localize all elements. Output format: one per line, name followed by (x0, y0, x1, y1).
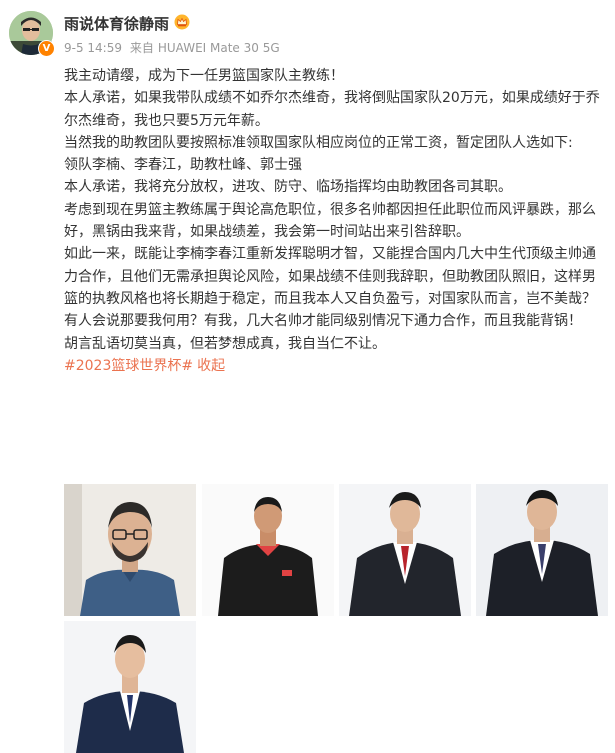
post-timestamp[interactable]: 9-5 14:59 (64, 41, 122, 55)
post-paragraph: 如此一来，既能让李楠李春江重新发挥聪明才智，又能捏合国内几大中生代顶级主帅通力合… (64, 246, 596, 307)
source-prefix: 来自 (129, 41, 154, 55)
post-meta: 9-5 14:59 来自 HUAWEI Mate 30 5G (64, 39, 284, 56)
portrait-image (476, 484, 608, 616)
hashtag-link[interactable]: #2023篮球世界杯# (64, 358, 193, 374)
post-paragraph: 领队李楠、李春江，助教杜峰、郭士强 (64, 157, 302, 174)
post-paragraph: 本人承诺，我将充分放权，进攻、防守、临场指挥均由助教团各司其职。 (64, 179, 512, 196)
post-paragraph: 胡言乱语切莫当真，但若梦想成真，我自当仁不让。 (64, 335, 386, 352)
post-photo-4[interactable] (476, 484, 608, 616)
post-paragraph: 当然我的助教团队要按照标准领取国家队相应岗位的正常工资，暂定团队人选如下: (64, 134, 573, 151)
post-paragraph: 本人承诺，如果我带队成绩不如乔尔杰维奇，我将倒贴国家队20万元，如果成绩好于乔尔… (64, 90, 600, 129)
post-photo-5[interactable] (64, 621, 196, 753)
post-tags: #2023篮球世界杯# 收起 (64, 355, 609, 377)
post-paragraph: 考虑到现在男篮主教练属于舆论高危职位，很多名帅都因担任此职位而风评暴跌，那么好，… (64, 201, 596, 241)
portrait-image (64, 621, 196, 753)
device-name: HUAWEI Mate 30 5G (157, 41, 280, 55)
post-photo-1[interactable] (64, 484, 196, 616)
portrait-image (202, 484, 334, 616)
post-paragraph: 我主动请缨，成为下一任男篮国家队主教练！ (64, 68, 344, 84)
post-photo-3[interactable] (339, 484, 471, 616)
post-paragraph: 有人会说那要我何用？有我，几大名帅才能同级别情况下通力合作，而且我能背锅！ (64, 313, 582, 330)
user-name[interactable]: 雨说体育徐静雨 (64, 13, 169, 34)
verified-badge-icon: V (38, 40, 55, 57)
collapse-link[interactable]: 收起 (197, 358, 225, 374)
portrait-image (339, 484, 471, 616)
portrait-image (64, 484, 196, 616)
vip-crown-icon[interactable] (174, 14, 190, 30)
post-body: 我主动请缨，成为下一任男篮国家队主教练！ 本人承诺，如果我带队成绩不如乔尔杰维奇… (64, 65, 609, 377)
post-photo-2[interactable] (202, 484, 334, 616)
